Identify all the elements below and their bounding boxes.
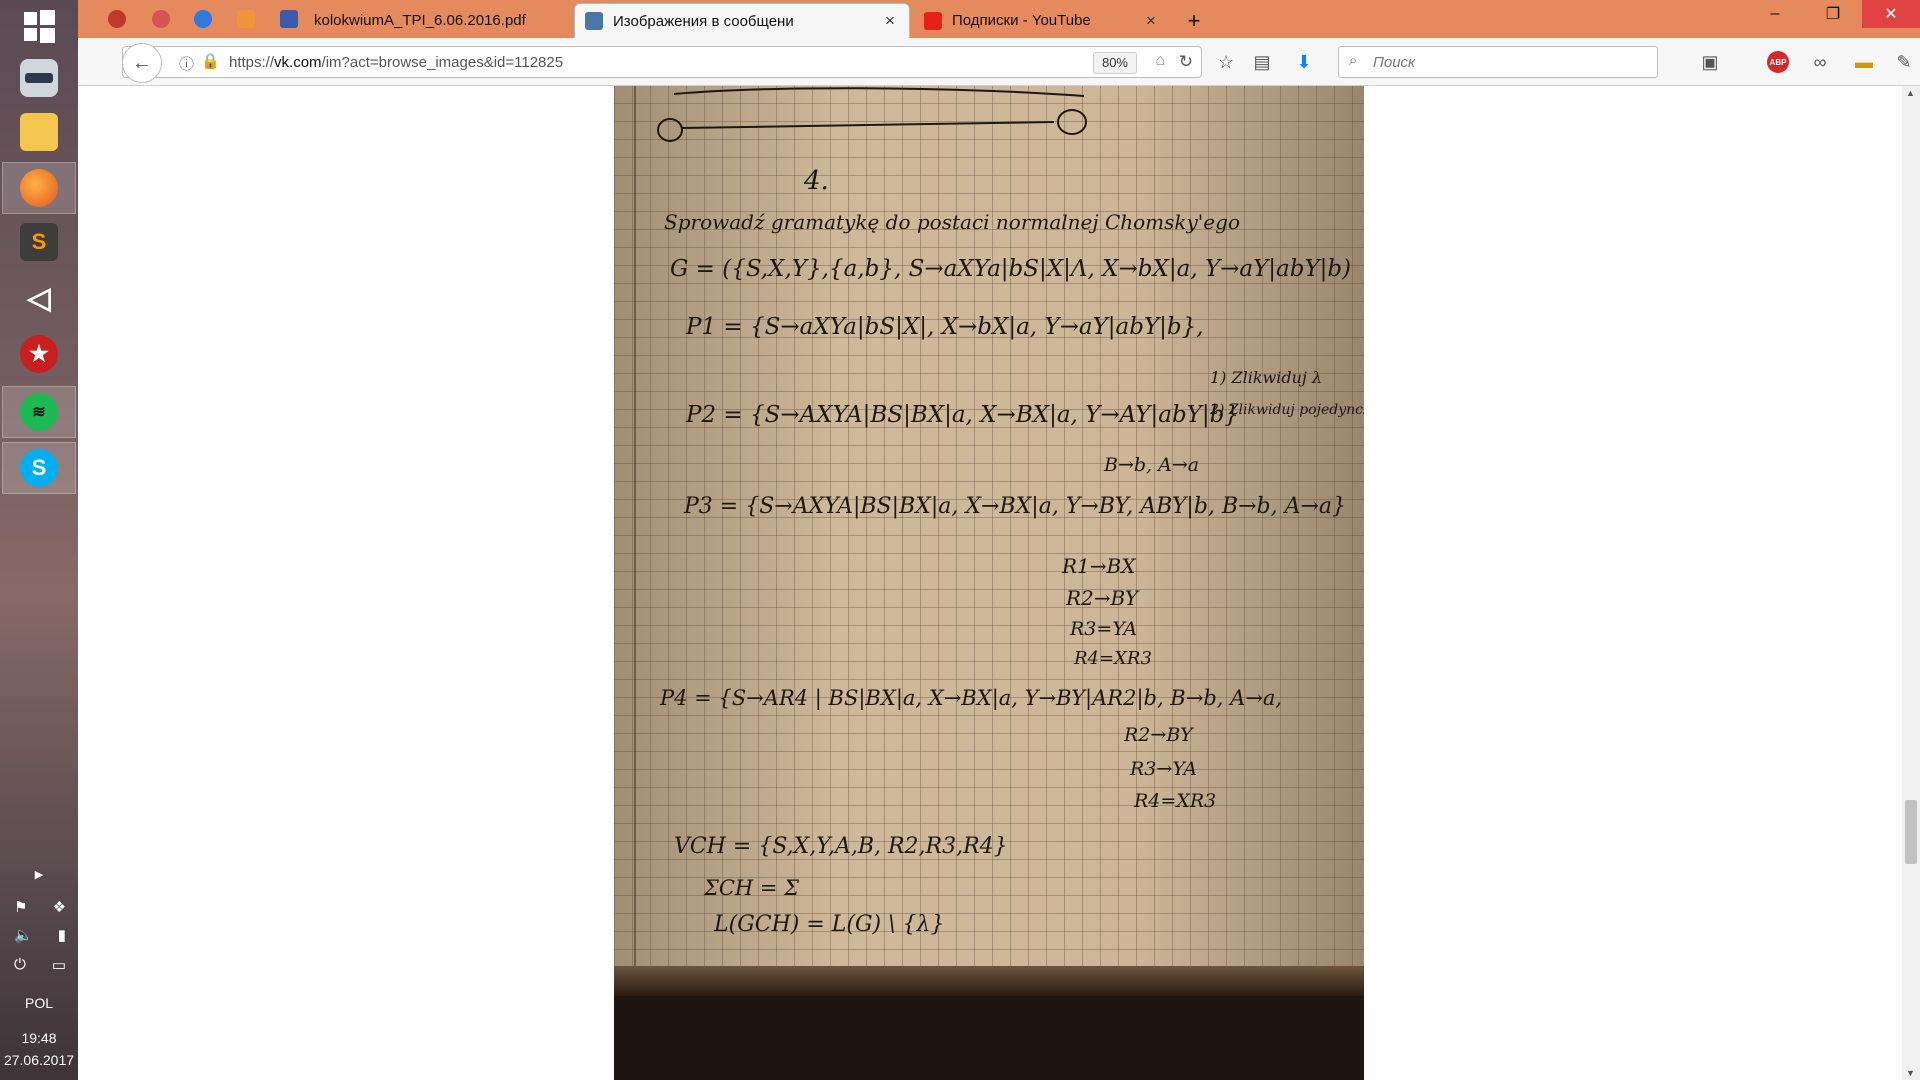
browser-window: kolokwiumA_TPI_6.06.2016.pdf × Изображен… [78, 0, 1920, 1080]
screenshot-icon[interactable]: ▣ [1694, 46, 1726, 78]
page-content: 4. Sprowadź gramatykę do postaci normaln… [78, 86, 1920, 1080]
search-bar[interactable]: ⌕ Поиск [1338, 46, 1658, 78]
r2-rule: R2→BY [1066, 586, 1139, 610]
r4-rule: R4=XR3 [1074, 648, 1152, 669]
p3-line: P3 = {S→AXYA|BS|BX|a, X→BX|a, Y→BY, ABY|… [684, 494, 1347, 519]
pinned-tab-1[interactable] [96, 0, 138, 38]
grammar-line: G = ({S,X,Y},{a,b}, S→aXYa|bS|X|Λ, X→bX|… [670, 256, 1352, 282]
usb-icon[interactable]: ⏻ [14, 956, 26, 974]
pinned-tab-3[interactable] [182, 0, 224, 38]
p4-line: P4 = {S→AR4 | BS|BX|a, X→BX|a, Y→BY|AR2|… [660, 686, 1283, 710]
tab-close-icon[interactable]: × [1142, 11, 1160, 31]
tray-icons-row-3: ⏻ ▭ [14, 956, 66, 974]
pinned-favicon-icon [280, 10, 298, 28]
maximize-button[interactable]: ❐ [1804, 0, 1862, 28]
adblock-icon[interactable]: ABP [1756, 46, 1800, 78]
r3-rule-final: R3→YA [1130, 758, 1198, 780]
taskbar: S ◁ ★ ≋ S ▶ ⚑ ❖ 🔈 ▮ ⏻ ▭ POL 19:48 27.06.201… [0, 0, 78, 1080]
tray-icons-row-1: ⚑ ❖ [14, 898, 66, 916]
tray-time[interactable]: 19:48 [0, 1030, 78, 1046]
scrollbar-thumb[interactable] [1905, 800, 1917, 864]
r1-rule: R1→BX [1062, 554, 1136, 578]
search-placeholder: Поиск [1373, 54, 1416, 71]
page-bottom-edge [614, 966, 1364, 996]
tab-label: kolokwiumA_TPI_6.06.2016.pdf [314, 12, 526, 29]
exercise-number: 4. [804, 166, 829, 196]
language-line: L(GCH) = L(G) \ {λ} [714, 912, 945, 937]
search-icon: ⌕ [1349, 52, 1358, 69]
reload-icon[interactable]: ↻ [1179, 52, 1193, 72]
finder-icon[interactable] [2, 52, 76, 104]
vch-line: VCH = {S,X,Y,A,B, R2,R3,R4} [674, 834, 1008, 859]
vk-message-icon [585, 12, 603, 30]
skype-icon[interactable]: S [2, 442, 76, 494]
terminal-rules-line: B→b, A→a [1104, 454, 1200, 476]
zoom-indicator[interactable]: 80% [1092, 52, 1137, 74]
scroll-down-icon[interactable]: ▼ [1906, 1068, 1915, 1078]
youtube-icon [924, 11, 942, 30]
notebook-page: 4. Sprowadź gramatykę do postaci normaln… [614, 86, 1364, 976]
reader-mode-icon[interactable]: ⌂ [1155, 52, 1165, 70]
extension-icon[interactable]: ▬ [1848, 46, 1880, 78]
eyedropper-icon[interactable]: ✎ [1888, 46, 1920, 78]
battery-icon[interactable]: ▮ [58, 926, 66, 944]
pokerstars-icon[interactable]: ★ [2, 328, 76, 380]
spotify-icon[interactable]: ≋ [2, 386, 76, 438]
note-remove-lambda: 1) Zlikwiduj λ [1210, 368, 1323, 387]
scroll-up-icon[interactable]: ▲ [1906, 88, 1915, 98]
firefox-icon[interactable] [2, 162, 76, 214]
network-icon[interactable]: ▭ [52, 956, 66, 974]
info-icon[interactable]: ⓘ [179, 53, 194, 74]
volume-icon[interactable]: 🔈 [14, 926, 33, 944]
nav-bar: ← ⓘ 🔒 https://vk.com/im?act=browse_image… [78, 38, 1920, 86]
pinned-tab-2[interactable] [140, 0, 182, 38]
url-bar[interactable]: ← ⓘ 🔒 https://vk.com/im?act=browse_image… [122, 43, 1202, 83]
scrollbar[interactable]: ▲ ▼ [1902, 86, 1920, 1080]
bookmark-star-icon[interactable]: ☆ [1210, 46, 1242, 78]
tray-icons-row-2: 🔈 ▮ [14, 926, 66, 944]
r4-rule-final: R4=XR3 [1134, 790, 1217, 812]
r2-rule-final: R2→BY [1124, 724, 1193, 746]
download-icon[interactable]: ⬇ [1288, 46, 1320, 78]
tray-expand-icon[interactable]: ▶ [0, 868, 78, 881]
new-tab-button[interactable]: + [1174, 3, 1214, 38]
task-line: Sprowadź gramatykę do postaci normalnej … [664, 210, 1240, 234]
tab-vk-images[interactable]: Изображения в сообщени × [574, 3, 910, 38]
lock-icon[interactable]: 🔒 [201, 52, 220, 70]
p2-line: P2 = {S→AXYA|BS|BX|a, X→BX|a, Y→AY|abY|b… [686, 402, 1239, 428]
tray-language[interactable]: POL [0, 995, 78, 1011]
url-text[interactable]: https://vk.com/im?act=browse_images&id=1… [229, 54, 563, 71]
pinned-favicon-icon [194, 10, 212, 28]
tab-close-icon[interactable]: × [881, 11, 899, 31]
pinned-favicon-icon [152, 10, 170, 28]
bookmarks-list-icon[interactable]: ▤ [1246, 46, 1278, 78]
minimize-button[interactable]: – [1746, 0, 1804, 28]
mask-icon[interactable]: ∞ [1804, 46, 1836, 78]
back-arrow-icon[interactable]: ← [122, 43, 162, 83]
p1-line: P1 = {S→aXYa|bS|X|, X→bX|a, Y→aY|abY|b}, [686, 314, 1204, 340]
r3-rule: R3=YA [1070, 618, 1138, 640]
tab-youtube[interactable]: Подписки - YouTube × [914, 3, 1170, 38]
tab-label: Изображения в сообщени [613, 12, 794, 30]
flag-icon[interactable]: ⚑ [14, 898, 27, 916]
pinned-tab-4[interactable] [225, 0, 267, 38]
dropbox-icon[interactable]: ❖ [53, 898, 66, 916]
tab-bar: kolokwiumA_TPI_6.06.2016.pdf × Изображен… [78, 0, 1920, 38]
close-window-button[interactable]: ✕ [1862, 0, 1920, 28]
folder-icon[interactable] [2, 106, 76, 158]
unity-icon[interactable]: ◁ [2, 272, 76, 324]
sigma-line: ΣCH = Σ [704, 876, 800, 900]
tab-label: Подписки - YouTube [952, 12, 1091, 29]
photo-viewer-image[interactable]: 4. Sprowadź gramatykę do postaci normaln… [614, 86, 1364, 1080]
sublime-icon[interactable]: S [2, 216, 76, 268]
tray-date[interactable]: 27.06.2017 [0, 1052, 78, 1068]
pinned-favicon-icon [108, 10, 126, 28]
windows-start-icon[interactable] [2, 0, 76, 52]
pinned-favicon-icon [237, 10, 255, 28]
